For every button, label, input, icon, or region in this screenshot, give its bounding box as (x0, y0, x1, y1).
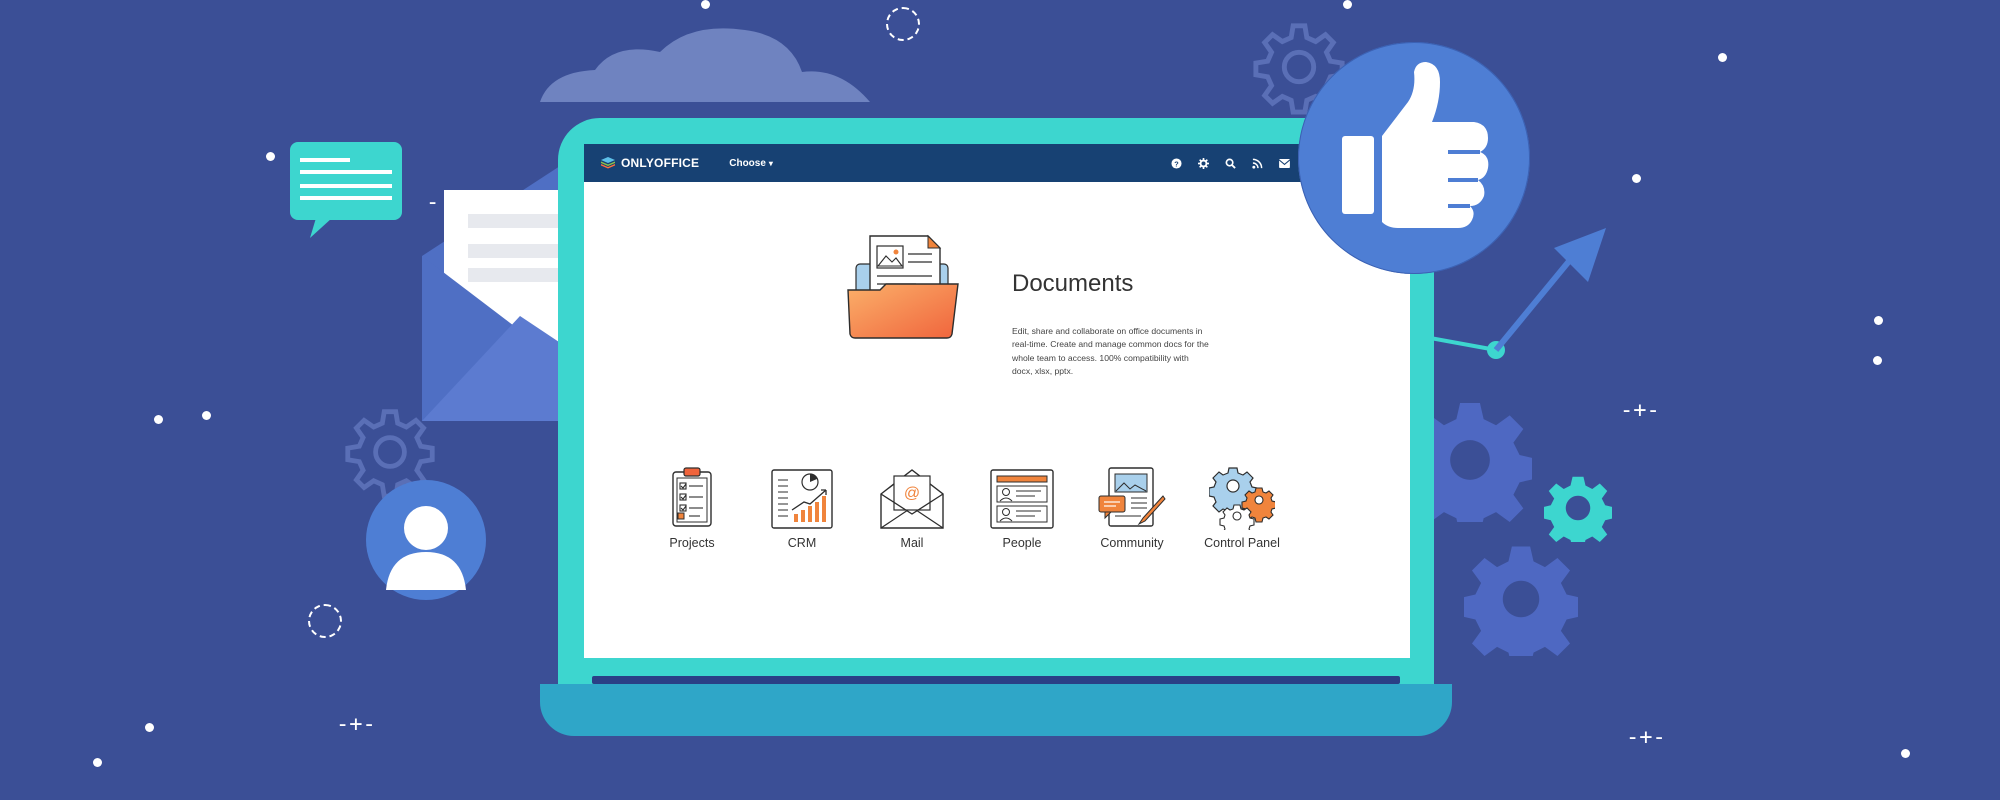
app-header: ONLYOFFICE Choose ▾ ? (584, 144, 1410, 182)
sparkle-decoration: -+- (336, 712, 376, 737)
star-dot (1632, 174, 1641, 183)
search-icon[interactable] (1223, 156, 1237, 170)
star-dot (93, 758, 102, 767)
sparkle-decoration: -+- (1620, 398, 1660, 423)
sparkle-decoration: -+- (1626, 725, 1666, 750)
module-crm[interactable]: CRM (748, 466, 856, 550)
module-label: CRM (787, 536, 817, 550)
star-dot (266, 152, 275, 161)
header-toolbar: ? (1169, 144, 1318, 182)
help-icon[interactable]: ? (1169, 156, 1183, 170)
thumbs-up-badge (1298, 42, 1530, 274)
dashed-circle-decoration (308, 604, 342, 638)
star-dot (154, 415, 163, 424)
module-label: Control Panel (1204, 536, 1280, 550)
contacts-icon (990, 469, 1054, 529)
laptop-screen: ONLYOFFICE Choose ▾ ? Documents Edit, sh… (584, 144, 1410, 658)
chart-icon (771, 469, 833, 529)
documents-folder-icon[interactable] (846, 234, 962, 340)
module-label: Community (1100, 536, 1164, 550)
star-dot (1343, 0, 1352, 9)
star-dot (1873, 356, 1882, 365)
svg-text:?: ? (1174, 159, 1179, 168)
envelope-icon (422, 166, 580, 421)
envelope-icon: @ (880, 469, 944, 529)
module-mail[interactable]: @ Mail (858, 466, 966, 550)
gears-icon (1209, 467, 1275, 530)
chat-bubble-icon (290, 142, 402, 238)
documents-title[interactable]: Documents (1012, 270, 1133, 298)
module-label: Mail (900, 536, 924, 550)
choose-dropdown[interactable]: Choose ▾ (729, 158, 773, 169)
laptop-base (540, 684, 1452, 736)
module-label: Projects (669, 536, 715, 550)
gear-icon[interactable] (1196, 156, 1210, 170)
svg-text:@: @ (904, 485, 920, 502)
star-dot (701, 0, 710, 9)
gear-icon (1544, 476, 1612, 542)
chevron-down-icon: ▾ (768, 158, 773, 168)
logo-text: ONLYOFFICE (621, 156, 700, 170)
dashed-circle-decoration (886, 7, 920, 41)
module-control-panel[interactable]: Control Panel (1188, 466, 1296, 550)
thumbs-up-icon (1342, 62, 1489, 228)
onlyoffice-logo[interactable]: ONLYOFFICE (600, 155, 699, 171)
mail-icon[interactable] (1277, 156, 1291, 170)
documents-description: Edit, share and collaborate on office do… (1012, 326, 1209, 376)
module-people[interactable]: People (968, 466, 1076, 550)
logo-layers-icon (601, 157, 615, 169)
cloud-icon (540, 28, 870, 103)
feed-icon[interactable] (1250, 156, 1264, 170)
star-dot (1718, 53, 1727, 62)
star-dot (1874, 316, 1883, 325)
laptop-hinge (592, 676, 1400, 684)
newsletter-icon (1098, 467, 1166, 527)
module-label: People (1002, 536, 1042, 550)
clipboard-icon (672, 467, 712, 527)
star-dot (202, 411, 211, 420)
user-avatar-icon (366, 480, 486, 600)
module-community[interactable]: Community (1078, 466, 1186, 550)
star-dot (145, 723, 154, 732)
choose-label: Choose (729, 157, 766, 169)
star-dot (1901, 749, 1910, 758)
module-projects[interactable]: Projects (638, 466, 746, 550)
gear-icon (1464, 546, 1578, 656)
